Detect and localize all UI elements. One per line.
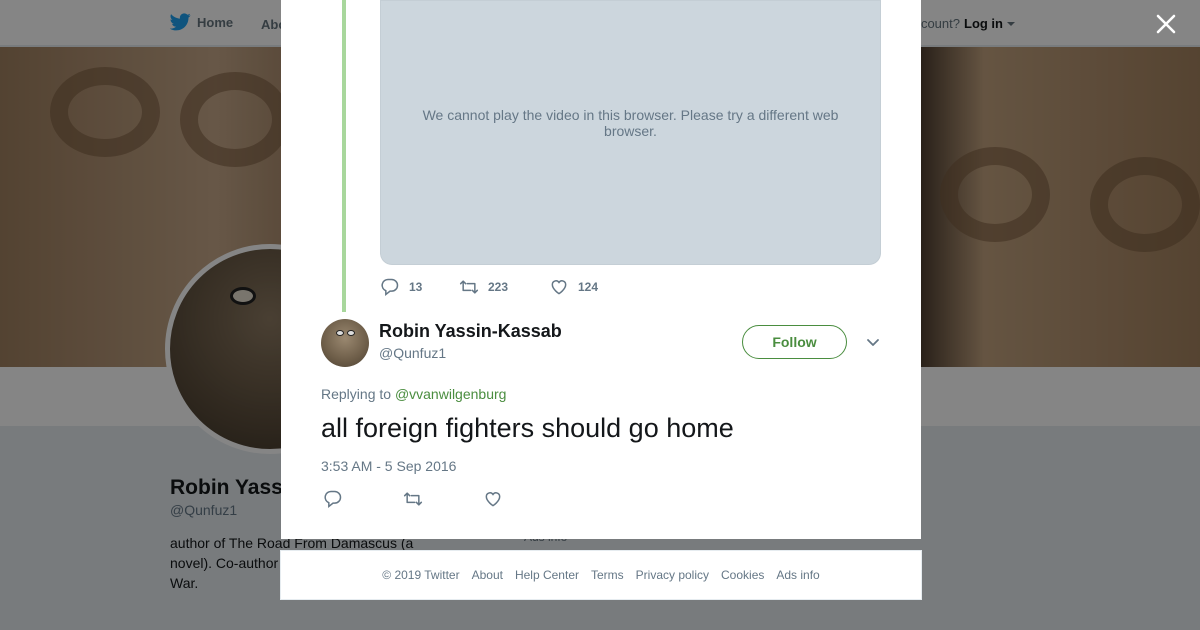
heart-icon[interactable] bbox=[483, 489, 503, 509]
retweet-count: 223 bbox=[488, 280, 509, 294]
reply-icon[interactable] bbox=[323, 489, 343, 509]
replying-to-link[interactable]: @vvanwilgenburg bbox=[395, 386, 507, 402]
close-icon[interactable] bbox=[1154, 12, 1178, 36]
retweet-action[interactable]: 223 bbox=[459, 277, 549, 297]
tweet-author-avatar[interactable] bbox=[321, 319, 369, 367]
tweet-timestamp[interactable]: 3:53 AM - 5 Sep 2016 bbox=[321, 458, 456, 474]
tweet-permalink-modal: We cannot play the video in this browser… bbox=[281, 0, 921, 539]
like-action[interactable]: 124 bbox=[549, 277, 598, 297]
tweet-actions bbox=[323, 489, 503, 509]
tweet-text: all foreign fighters should go home bbox=[321, 413, 734, 443]
chevron-down-icon[interactable] bbox=[865, 334, 881, 350]
footer-link-privacy[interactable]: Privacy policy bbox=[636, 568, 709, 582]
like-count: 124 bbox=[578, 280, 599, 294]
page: Home Abo ccount? Log in Robin Yass @Qunf… bbox=[0, 0, 1200, 630]
modal-footer: © 2019 Twitter About Help Center Terms P… bbox=[280, 550, 922, 600]
reply-action[interactable]: 13 bbox=[380, 277, 459, 297]
footer-link-about[interactable]: About bbox=[472, 568, 503, 582]
replying-to-prefix: Replying to bbox=[321, 386, 392, 402]
reply-count: 13 bbox=[409, 280, 423, 294]
follow-button[interactable]: Follow bbox=[742, 325, 847, 359]
replying-to-line: Replying to @vvanwilgenburg bbox=[321, 386, 506, 402]
video-error-message: We cannot play the video in this browser… bbox=[422, 106, 839, 139]
footer-link-terms[interactable]: Terms bbox=[591, 568, 624, 582]
retweet-icon[interactable] bbox=[403, 489, 423, 509]
footer-link-help-center[interactable]: Help Center bbox=[515, 568, 579, 582]
reply-icon bbox=[381, 278, 399, 297]
footer-link-cookies[interactable]: Cookies bbox=[721, 568, 764, 582]
footer-copyright: © 2019 Twitter bbox=[382, 568, 460, 582]
footer-link-ads-info[interactable]: Ads info bbox=[776, 568, 819, 582]
conversation-thread-line bbox=[342, 0, 346, 312]
heart-icon bbox=[551, 280, 567, 295]
retweet-icon bbox=[459, 280, 479, 294]
video-player[interactable]: We cannot play the video in this browser… bbox=[380, 0, 881, 265]
previous-tweet-actions: 13 223 124 bbox=[380, 277, 598, 297]
tweet-author-handle[interactable]: @Qunfuz1 bbox=[379, 345, 446, 361]
tweet-author-name[interactable]: Robin Yassin-Kassab bbox=[379, 321, 562, 342]
